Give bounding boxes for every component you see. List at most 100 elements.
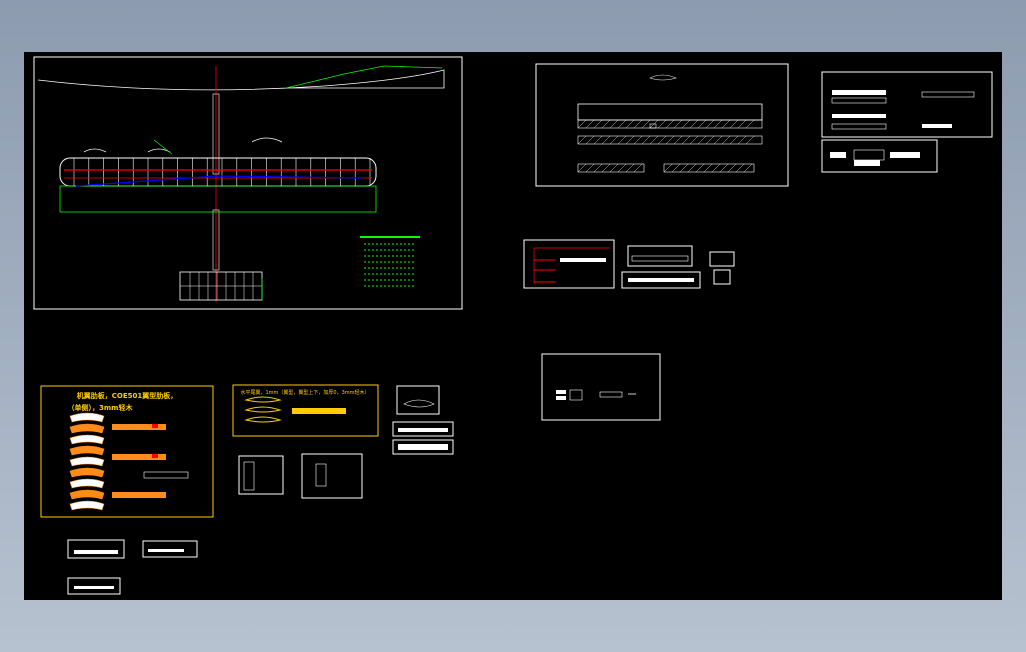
rib-part — [69, 489, 105, 500]
truss-web — [713, 119, 723, 129]
truss-web — [687, 163, 697, 173]
truss-web — [641, 135, 651, 145]
truss-web — [577, 135, 587, 145]
rib-part — [69, 456, 105, 467]
truss-web — [625, 119, 635, 129]
fuselage-stub-lines — [180, 272, 262, 300]
truss-web — [585, 163, 595, 173]
bottom-small-sheets — [67, 539, 198, 595]
detail-sheet-e — [541, 353, 661, 421]
truss-web — [657, 119, 667, 129]
rib-sheet-title-1: 机翼肋板，COE501翼型肋板， — [77, 391, 177, 400]
truss-web — [577, 163, 587, 173]
truss-web — [711, 163, 721, 173]
detail-sheet-b — [821, 139, 938, 173]
trailing-member — [75, 175, 363, 187]
truss-web — [745, 135, 755, 145]
truss-web — [633, 163, 643, 173]
truss-web — [633, 119, 643, 129]
truss-web — [689, 119, 699, 129]
detail-sheet-a — [821, 71, 993, 138]
truss-web — [609, 119, 619, 129]
truss-web — [705, 119, 715, 129]
truss-web — [719, 163, 729, 173]
truss-web — [673, 135, 683, 145]
truss-web — [617, 119, 627, 129]
truss-web — [609, 163, 619, 173]
truss-web — [601, 163, 611, 173]
cad-drawing: 机翼肋板，COE501翼型肋板， （单侧），3mm轻木 水平尾翼，1mm（翼型，… — [33, 56, 993, 595]
truss-web — [679, 163, 689, 173]
truss-web — [665, 135, 675, 145]
truss-web — [577, 119, 587, 129]
truss-web — [633, 135, 643, 145]
truss-web — [735, 163, 745, 173]
truss-web — [695, 163, 705, 173]
truss-web — [713, 135, 723, 145]
airfoil-icon — [649, 74, 677, 81]
wing-planform — [59, 157, 377, 187]
wing-plan-sheet — [33, 56, 463, 310]
spar-truss — [577, 119, 763, 173]
truss-web — [743, 163, 753, 173]
dihedral-side-view — [285, 65, 443, 89]
truss-chord — [663, 163, 755, 173]
truss-web — [729, 119, 739, 129]
truss-web — [745, 119, 755, 129]
truss-web — [703, 163, 713, 173]
detail-sheet-g — [238, 453, 363, 499]
rib-part — [69, 423, 105, 434]
wing-ribs — [73, 158, 371, 186]
rib-part — [69, 500, 105, 511]
truss-web — [601, 135, 611, 145]
airfoil-sheet: 水平尾翼，1mm（翼型，翼型上下，加厚0，3mm轻木） — [232, 384, 379, 437]
truss-web — [593, 119, 603, 129]
truss-web — [729, 135, 739, 145]
truss-web — [697, 119, 707, 129]
truss-web — [721, 119, 731, 129]
truss-web — [721, 135, 731, 145]
truss-web — [681, 119, 691, 129]
truss-web — [737, 119, 747, 129]
truss-web — [625, 135, 635, 145]
detail-sheet-f — [392, 385, 454, 455]
rib-part — [69, 412, 105, 423]
rib-parts — [69, 412, 105, 511]
sheet-border — [535, 63, 789, 187]
truss-web — [617, 135, 627, 145]
truss-web — [585, 135, 595, 145]
aileron-outline — [59, 185, 377, 213]
spar-outline — [577, 103, 763, 121]
notes-block — [360, 236, 420, 287]
truss-web — [641, 119, 651, 129]
truss-web — [585, 119, 595, 129]
truss-web — [665, 119, 675, 129]
rib-sheet-title-2: （单侧），3mm轻木 — [68, 403, 134, 412]
airfoil-callouts — [83, 137, 283, 153]
truss-web — [663, 163, 673, 173]
rib-part — [69, 434, 105, 445]
rib-part — [69, 445, 105, 456]
notes-heading — [360, 236, 420, 238]
truss-web — [601, 119, 611, 129]
truss-web — [617, 163, 627, 173]
airfoil-sheet-title: 水平尾翼，1mm（翼型，翼型上下，加厚0，3mm轻木） — [240, 389, 369, 396]
cad-model-space[interactable]: 机翼肋板，COE501翼型肋板， （单侧），3mm轻木 水平尾翼，1mm（翼型，… — [24, 52, 1002, 600]
truss-web — [671, 163, 681, 173]
rib-part — [69, 467, 105, 478]
truss-web — [673, 119, 683, 129]
truss-web — [727, 163, 737, 173]
truss-web — [657, 135, 667, 145]
truss-web — [609, 135, 619, 145]
spar-truss-sheet — [535, 63, 789, 187]
rib-sheet: 机翼肋板，COE501翼型肋板， （单侧），3mm轻木 — [40, 385, 214, 518]
truss-web — [625, 163, 635, 173]
truss-web — [705, 135, 715, 145]
truss-web — [649, 135, 659, 145]
truss-web — [593, 163, 603, 173]
detail-sheet-d — [621, 245, 735, 289]
truss-web — [593, 135, 603, 145]
truss-web — [681, 135, 691, 145]
rib-part — [69, 478, 105, 489]
truss-web — [697, 135, 707, 145]
